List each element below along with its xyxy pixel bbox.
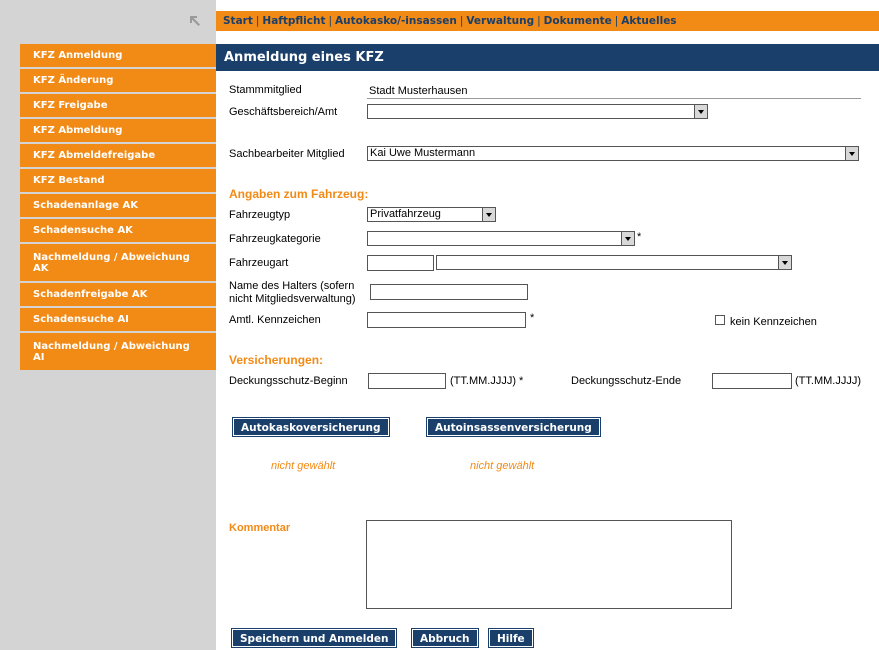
fahrzeugkategorie-select[interactable] bbox=[367, 231, 635, 246]
autoinsassen-button[interactable]: Autoinsassenversicherung bbox=[426, 417, 601, 437]
sidebar-item-kfz-abmeldung[interactable]: KFZ Abmeldung bbox=[20, 119, 216, 142]
chevron-down-icon[interactable] bbox=[845, 147, 858, 160]
help-button[interactable]: Hilfe bbox=[488, 628, 534, 648]
geschaeftsbereich-label: Geschäftsbereich/Amt bbox=[229, 106, 338, 118]
fahrzeugart-select[interactable] bbox=[436, 255, 792, 270]
save-and-register-button[interactable]: Speichern und Anmelden bbox=[230, 628, 398, 648]
sidebar-item-schadenanlage-ak[interactable]: Schadenanlage AK bbox=[20, 194, 216, 217]
kennzeichen-label: Amtl. Kennzeichen bbox=[229, 314, 321, 326]
autokasko-status: nicht gewählt bbox=[271, 460, 336, 472]
autokasko-button[interactable]: Autokaskoversicherung bbox=[232, 417, 390, 437]
stammmitglied-value: Stadt Musterhausen bbox=[369, 85, 468, 97]
sidebar-item-schadenfreigabe-ak[interactable]: Schadenfreigabe AK bbox=[20, 283, 216, 306]
nav-start[interactable]: Start bbox=[223, 15, 253, 27]
sidebar-item-schadensuche-ak[interactable]: Schadensuche AK bbox=[20, 219, 216, 242]
kein-kennzeichen-label: kein Kennzeichen bbox=[730, 316, 817, 328]
required-asterisk: * bbox=[530, 312, 535, 324]
fahrzeugart-code-input[interactable] bbox=[367, 255, 434, 271]
halter-label: Name des Halters (sofern nicht Mitglieds… bbox=[229, 280, 356, 306]
fahrzeugart-label: Fahrzeugart bbox=[229, 257, 289, 269]
page-title: Anmeldung eines KFZ bbox=[216, 44, 879, 71]
sidebar-item-kfz-abmeldefreigabe[interactable]: KFZ Abmeldefreigabe bbox=[20, 144, 216, 167]
arrow-up-left-icon[interactable] bbox=[188, 14, 202, 28]
nav-haftpflicht[interactable]: Haftpflicht bbox=[262, 15, 325, 27]
kommentar-textarea[interactable] bbox=[366, 520, 732, 609]
halter-label-line2: nicht Mitgliedsverwaltung) bbox=[229, 293, 356, 305]
autoinsassen-status: nicht gewählt bbox=[470, 460, 535, 472]
chevron-down-icon[interactable] bbox=[482, 208, 495, 221]
beginn-date-input[interactable] bbox=[368, 373, 446, 389]
sidebar: KFZ Anmeldung KFZ Änderung KFZ Freigabe … bbox=[20, 44, 216, 372]
sidebar-item-nachmeldung-ai[interactable]: Nachmeldung / Abweichung AI bbox=[20, 333, 216, 370]
nav-separator: | bbox=[459, 15, 464, 27]
sidebar-item-nachmeldung-ak[interactable]: Nachmeldung / Abweichung AK bbox=[20, 244, 216, 281]
halter-name-input[interactable] bbox=[370, 284, 528, 300]
geschaeftsbereich-select[interactable] bbox=[367, 104, 708, 119]
sachbearbeiter-select[interactable]: Kai Uwe Mustermann bbox=[367, 146, 859, 161]
sidebar-item-kfz-bestand[interactable]: KFZ Bestand bbox=[20, 169, 216, 192]
fahrzeugtyp-select[interactable]: Privatfahrzeug bbox=[367, 207, 496, 222]
stammmitglied-label: Stammmitglied bbox=[229, 84, 302, 96]
fahrzeugkategorie-label: Fahrzeugkategorie bbox=[229, 233, 321, 245]
sachbearbeiter-label: Sachbearbeiter Mitglied bbox=[229, 148, 345, 160]
beginn-format-hint: (TT.MM.JJJJ) * bbox=[450, 375, 524, 387]
sidebar-item-kfz-anmeldung[interactable]: KFZ Anmeldung bbox=[20, 44, 216, 67]
sidebar-item-kfz-aenderung[interactable]: KFZ Änderung bbox=[20, 69, 216, 92]
nav-dokumente[interactable]: Dokumente bbox=[544, 15, 612, 27]
nav-separator: | bbox=[614, 15, 619, 27]
nav-separator: | bbox=[328, 15, 333, 27]
beginn-label: Deckungsschutz-Beginn bbox=[229, 375, 348, 387]
sidebar-item-schadensuche-ai[interactable]: Schadensuche AI bbox=[20, 308, 216, 331]
section-fahrzeug-heading: Angaben zum Fahrzeug: bbox=[229, 187, 369, 201]
nav-separator: | bbox=[255, 15, 260, 27]
required-asterisk: * bbox=[637, 231, 642, 243]
kennzeichen-input[interactable] bbox=[367, 312, 526, 328]
nav-aktuelles[interactable]: Aktuelles bbox=[621, 15, 676, 27]
sachbearbeiter-value: Kai Uwe Mustermann bbox=[370, 147, 476, 159]
ende-date-input[interactable] bbox=[712, 373, 792, 389]
nav-verwaltung[interactable]: Verwaltung bbox=[466, 15, 534, 27]
chevron-down-icon[interactable] bbox=[621, 232, 634, 245]
ende-format-hint: (TT.MM.JJJJ) bbox=[795, 375, 861, 387]
halter-label-line1: Name des Halters (sofern bbox=[229, 280, 355, 292]
top-navigation: Start | Haftpflicht | Autokasko/-insassen | Ve… bbox=[216, 11, 879, 31]
ende-label: Deckungsschutz-Ende bbox=[571, 375, 682, 387]
chevron-down-icon[interactable] bbox=[694, 105, 707, 118]
nav-autokasko[interactable]: Autokasko/-insassen bbox=[335, 15, 457, 27]
fahrzeugtyp-value: Privatfahrzeug bbox=[370, 208, 441, 220]
kein-kennzeichen-checkbox[interactable] bbox=[715, 315, 725, 325]
fahrzeugtyp-label: Fahrzeugtyp bbox=[229, 209, 291, 221]
section-versicherungen-heading: Versicherungen: bbox=[229, 353, 324, 367]
chevron-down-icon[interactable] bbox=[778, 256, 791, 269]
cancel-button[interactable]: Abbruch bbox=[411, 628, 479, 648]
kommentar-label: Kommentar bbox=[229, 522, 291, 534]
sidebar-item-kfz-freigabe[interactable]: KFZ Freigabe bbox=[20, 94, 216, 117]
divider bbox=[367, 98, 861, 99]
nav-separator: | bbox=[537, 15, 541, 27]
